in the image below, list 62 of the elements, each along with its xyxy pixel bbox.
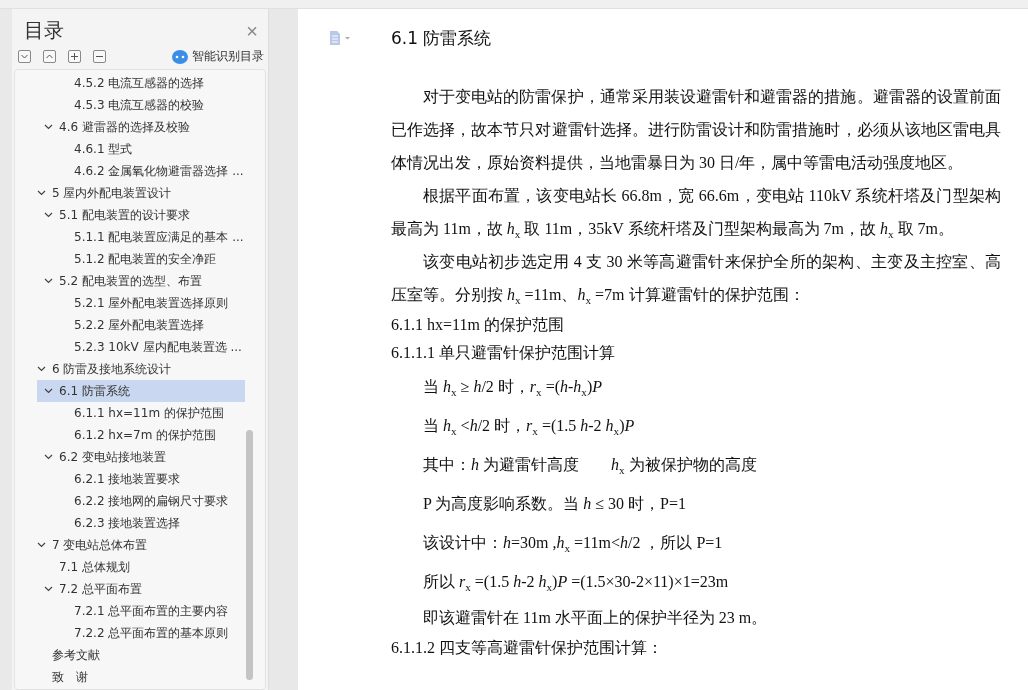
caret-icon[interactable] xyxy=(37,190,46,196)
toc-item[interactable]: 6 防雷及接地系统设计 xyxy=(37,358,245,380)
toc-item[interactable]: 7.2.2 总平面布置的基本原则 xyxy=(37,622,245,644)
plus-icon xyxy=(70,52,79,61)
formula-line: 当 h$_{x}$ <h/2 时，r$_{x}$ =(1.5 h-2 h$_{x}$)P xyxy=(422,416,636,440)
formula-line: 所以 r$_{x}$ =(1.5 h-2 h$_{x}$)P =(1.5×30-2×11)×1=23m xyxy=(422,572,730,596)
panel-title: 目录 xyxy=(24,17,64,44)
toc-item[interactable]: 5 屋内外配电装置设计 xyxy=(37,182,245,204)
caret-icon[interactable] xyxy=(37,366,46,372)
section-title: 6.1 防雷系统 xyxy=(391,27,493,50)
toc-item[interactable]: 4.5.3 电流互感器的校验 xyxy=(37,94,245,116)
chevron-down-icon xyxy=(20,52,29,61)
toc-item[interactable]: 6.1 防雷系统 xyxy=(37,380,245,402)
caret-icon[interactable] xyxy=(44,278,53,284)
toc-item[interactable]: 5.1.1 配电装置应满足的基本 ... xyxy=(37,226,245,248)
toc-item[interactable]: 7.1 总体规划 xyxy=(37,556,245,578)
plus-button[interactable] xyxy=(68,50,81,63)
minus-button[interactable] xyxy=(93,50,106,63)
toc-item[interactable]: 5.2.3 10kV 屋内配电装置选 ... xyxy=(37,336,245,358)
toc-item[interactable]: 6.2.1 接地装置要求 xyxy=(37,468,245,490)
caret-icon[interactable] xyxy=(37,542,46,548)
body-paragraph: 对于变电站的防雷保护，通常采用装设避雷针和避雷器的措施。避雷器的设置前面已作选择，故本节只对避雷针选择。进行防雷设计和防雷措施时，必须从该地区雷电具体情况出发，原始资料提供，当地雷暴日为 30 日/年，属中等雷电活动强度地区。 xyxy=(391,87,1001,173)
subsection-heading: 6.1.1.2 四支等高避雷针保护范围计算： xyxy=(391,638,664,658)
toc-item[interactable]: 5.1.2 配电装置的安全净距 xyxy=(37,248,245,270)
caret-icon[interactable] xyxy=(44,212,53,218)
caret-icon[interactable] xyxy=(44,454,53,460)
subsection-heading: 6.1.1.1 单只避雷针保护范围计算 xyxy=(391,343,616,363)
body-paragraph: 该变电站初步选定用 4 支 30 米等高避雷针来保护全所的架构、主变及主控室、高压室等。分别按 h$_{x}$ =11m、h$_{x}$ =7m 计算避雷针的保护范围： xyxy=(391,252,1001,309)
toc-item[interactable]: 6.1.1 hx=11m 的保护范围 xyxy=(37,402,245,424)
toc-item[interactable]: 7.2.1 总平面布置的主要内容 xyxy=(37,600,245,622)
toc-item[interactable]: 致 谢 xyxy=(37,666,245,688)
expand-button[interactable] xyxy=(43,50,56,63)
toc-item[interactable]: 6.1.2 hx=7m 的保护范围 xyxy=(37,424,245,446)
toc-item[interactable]: 4.6.2 金属氧化物避雷器选择 ... xyxy=(37,160,245,182)
smart-toc-button[interactable]: 智能识别目录 xyxy=(172,48,264,65)
toc-item[interactable]: 6.2 变电站接地装置 xyxy=(37,446,245,468)
scrollbar-thumb[interactable] xyxy=(246,430,253,680)
toc-item[interactable]: 5.2.1 屋外配电装置选择原则 xyxy=(37,292,245,314)
toc-item[interactable]: 7.2 总平面布置 xyxy=(37,578,245,600)
toc-item[interactable]: 4.6 避雷器的选择及校验 xyxy=(37,116,245,138)
bubble-icon xyxy=(172,49,188,64)
toc-item[interactable]: 4.6.1 型式 xyxy=(37,138,245,160)
subsection-heading: 6.1.1 hx=11m 的保护范围 xyxy=(391,315,565,335)
chevron-up-icon xyxy=(45,52,54,61)
collapse-button[interactable] xyxy=(18,50,31,63)
body-paragraph: 即该避雷针在 11m 水平面上的保护半径为 23 m。 xyxy=(422,608,769,628)
formula-line: 该设计中：h=30m ,h$_{x}$ =11m<h/2 ，所以 P=1 xyxy=(422,533,724,557)
body-paragraph: 根据平面布置，该变电站长 66.8m，宽 66.6m，变电站 110kV 系统杆塔及门型架构最高为 11m，故 h$_{x}$ 取 11m，35kV 系统杆塔及门型架构最高为 7m，故 h$_{x}$ 取 7m。 xyxy=(391,186,1001,243)
toc-item[interactable]: 6.2.2 接地网的扁钢尺寸要求 xyxy=(37,490,245,512)
formula-line: 其中：h 为避雷针高度 h$_{x}$ 为被保护物的高度 xyxy=(422,455,758,479)
toc-item[interactable]: 6.2.3 接地装置选择 xyxy=(37,512,245,534)
toc-item[interactable]: 参考文献 xyxy=(37,644,245,666)
toc-item[interactable]: 4.5.2 电流互感器的选择 xyxy=(37,72,245,94)
caret-icon[interactable] xyxy=(44,586,53,592)
toc-item[interactable]: 5.1 配电装置的设计要求 xyxy=(37,204,245,226)
formula-line: P 为高度影响系数。当 h ≤ 30 时，P=1 xyxy=(422,494,687,514)
toc-item[interactable]: 5.2 配电装置的选型、布置 xyxy=(37,270,245,292)
toc-item[interactable]: 5.2.2 屋外配电装置选择 xyxy=(37,314,245,336)
formula-line: 当 h$_{x}$ ≥ h/2 时，r$_{x}$ =(h-h$_{x}$)P xyxy=(422,377,604,401)
caret-icon[interactable] xyxy=(44,124,53,130)
toc-item[interactable]: 7 变电站总体布置 xyxy=(37,534,245,556)
caret-icon[interactable] xyxy=(44,388,53,394)
